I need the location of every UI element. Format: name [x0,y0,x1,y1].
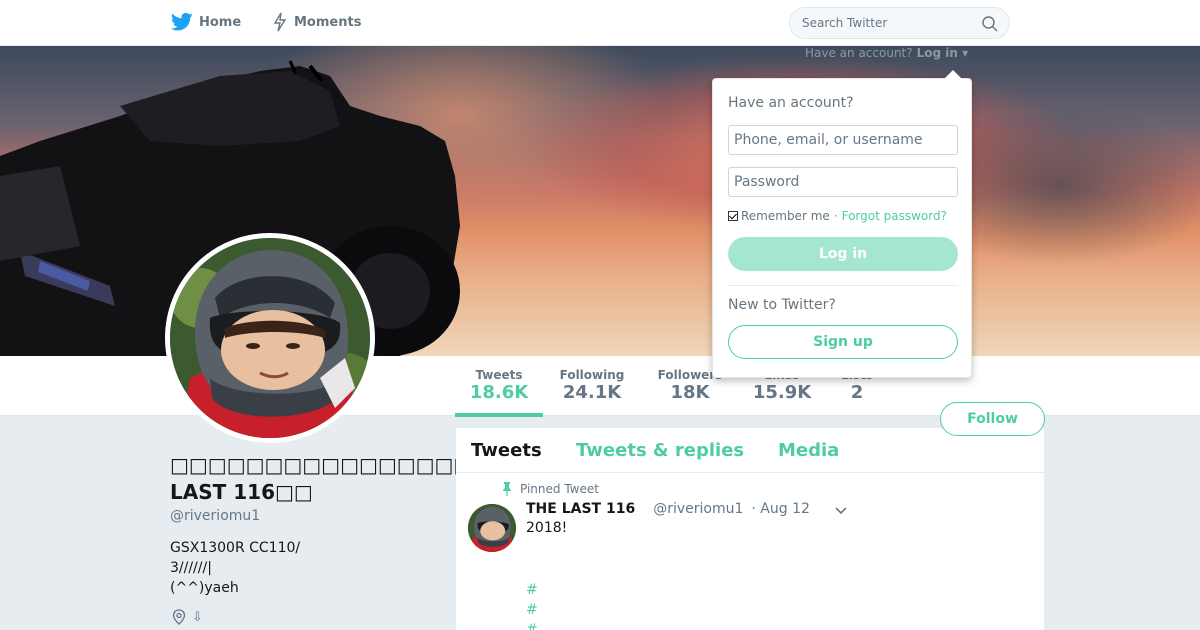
chevron-down-icon[interactable] [834,506,848,516]
nav-home-label: Home [199,14,242,30]
tweet-author-name[interactable]: THE LAST 116 [526,501,635,517]
hashtag-link[interactable]: # [526,600,538,620]
pin-icon [503,482,511,496]
new-to-twitter-label: New to Twitter? [728,297,836,313]
location-text: ⇩ [192,609,203,625]
stat-tweets-label: Tweets [475,368,523,382]
remember-me-checkbox[interactable] [728,211,738,221]
tab-tweets-and-replies[interactable]: Tweets & replies [576,440,744,461]
search-input[interactable]: Search Twitter [789,7,1010,39]
password-field[interactable]: Password [728,167,958,197]
profile-handle[interactable]: @riveriomu1 [170,508,440,524]
lightning-icon [273,12,287,32]
profile-card: □□□□□□□□□□□□□□□□□THE LAST 116□□ @riverio… [170,452,535,626]
active-stat-underline [455,413,543,417]
stat-tweets-value: 18.6K [469,382,529,403]
location-pin-icon [172,609,186,625]
pinned-label: Pinned Tweet [502,482,599,496]
stat-lists-value: 2 [850,382,864,403]
login-dropdown: Have an account? Phone, email, or userna… [712,78,972,378]
stat-following-value: 24.1K [562,382,622,403]
stat-likes-value: 15.9K [752,382,812,403]
tweet-author-handle[interactable]: @riveriomu1 [653,501,743,517]
tweet-header: THE LAST 116 @riveriomu1 · Aug 12 [526,501,810,517]
tweet-timestamp[interactable]: · Aug 12 [751,501,810,517]
hashtag-link[interactable]: # [526,580,538,600]
login-button[interactable]: Log in [728,237,958,271]
twitter-bird-icon [171,12,193,31]
profile-name[interactable]: □□□□□□□□□□□□□□□□□THE LAST 116□□ [170,452,535,506]
forgot-password-link[interactable]: Forgot password? [842,209,947,223]
separator-dot: · [833,209,838,223]
timeline: Tweets Tweets & replies Media Pinned Twe… [456,428,1044,630]
profile-bio: GSX1300R CC110/ 3//////| (^^)yaeh [170,540,301,596]
stat-tweets[interactable]: Tweets 18.6K [455,368,543,403]
top-navigation: Home Moments Search Twitter [0,0,1200,46]
login-toggle[interactable]: Log in ▾ [917,46,969,60]
remember-me-label[interactable]: Remember me [741,209,830,223]
stat-followers-value: 18K [670,382,710,403]
username-field[interactable]: Phone, email, or username [728,125,958,155]
dropdown-caret [944,70,962,79]
follow-button[interactable]: Follow [940,402,1045,436]
tab-media[interactable]: Media [778,440,839,461]
nav-moments-label: Moments [294,14,362,30]
hashtag-link[interactable]: # [526,620,538,630]
nav-home[interactable]: Home [171,12,241,32]
tweet-avatar[interactable] [468,504,516,552]
pinned-text: Pinned Tweet [520,482,599,496]
login-toggle-label: Log in [916,46,958,60]
search-icon[interactable] [981,15,999,33]
account-hint-text: Have an account? [805,46,913,60]
profile-location: ⇩ [170,608,440,626]
stat-following-label: Following [559,368,625,382]
login-dropdown-title: Have an account? [728,95,854,111]
tab-tweets[interactable]: Tweets [471,440,542,461]
signup-button[interactable]: Sign up [728,325,958,359]
nav-moments[interactable]: Moments [272,12,361,32]
helmet-portrait-image [170,238,370,438]
tweet-hashtags: # # # [526,580,538,630]
dropdown-divider [728,285,958,286]
account-hint: Have an account? Log in ▾ [805,46,968,60]
stat-following[interactable]: Following 24.1K [550,368,634,403]
search-placeholder: Search Twitter [802,16,888,30]
remember-me-row: Remember me · Forgot password? [728,209,947,223]
tweet-text: 2018! [526,520,568,536]
helmet-portrait-thumb [468,504,516,552]
profile-avatar[interactable] [165,233,375,443]
